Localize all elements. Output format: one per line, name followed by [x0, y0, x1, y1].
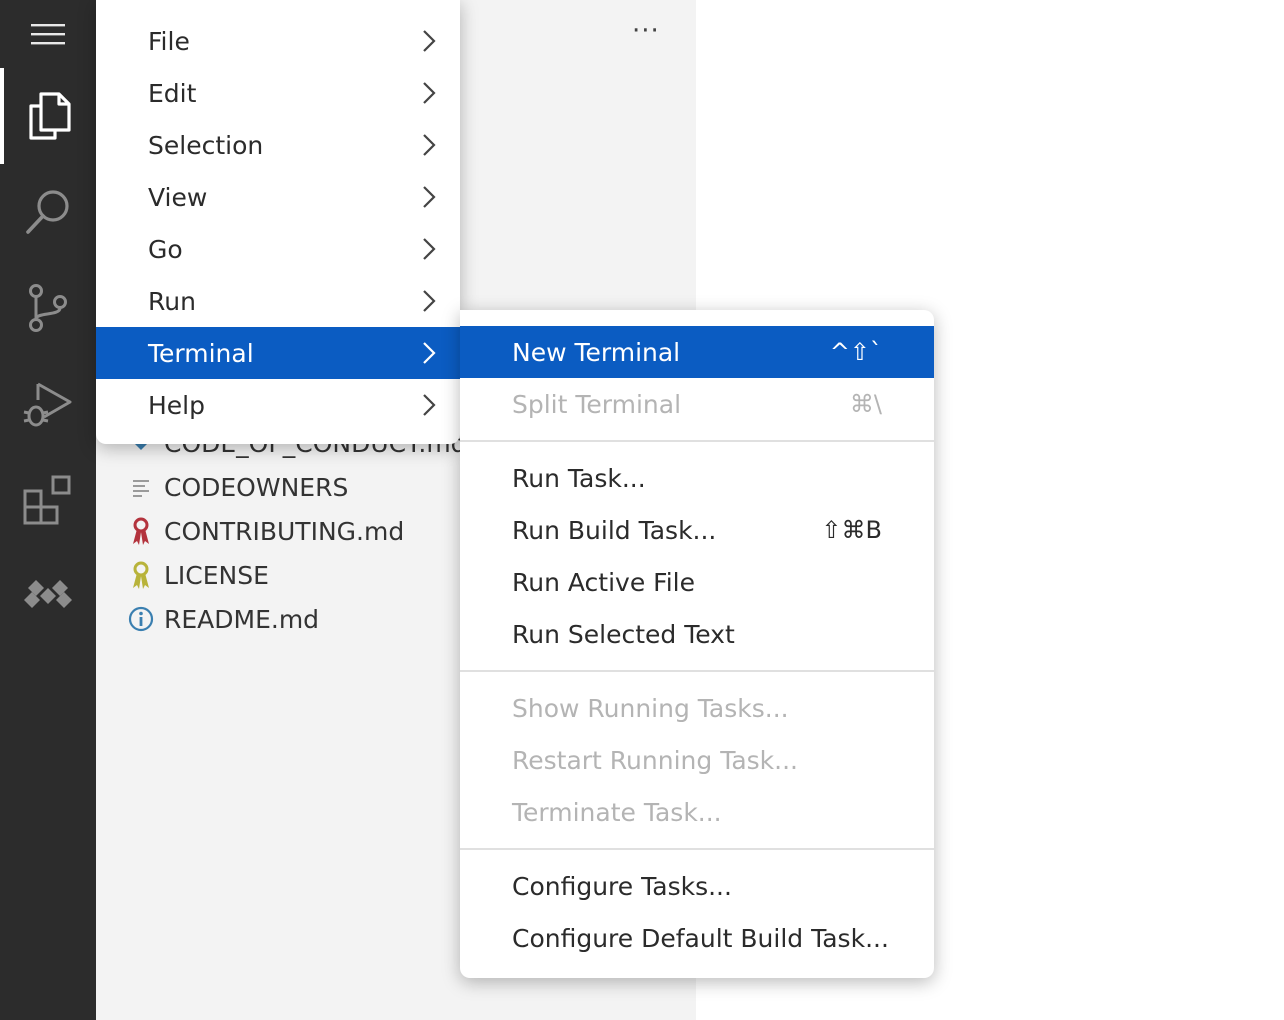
menu-item-run-task[interactable]: Run Task...	[460, 452, 934, 504]
menu-item-restart-running-task: Restart Running Task...	[460, 734, 934, 786]
remote-explorer-button[interactable]	[0, 548, 96, 644]
menu-item-new-terminal[interactable]: New Terminal ^⇧`	[460, 326, 934, 378]
menu-item-run-active-file[interactable]: Run Active File	[460, 556, 934, 608]
terminal-submenu: New Terminal ^⇧` Split Terminal ⌘\ Run T…	[460, 310, 934, 978]
run-debug-icon	[23, 382, 72, 427]
application-menu-button[interactable]	[0, 0, 96, 68]
menu-item-label: Selection	[148, 130, 264, 160]
file-item-codeowners[interactable]: CODEOWNERS	[126, 465, 348, 509]
menu-separator	[460, 848, 934, 850]
menu-item-label: Restart Running Task...	[512, 745, 798, 775]
ribbon-red-icon	[126, 515, 156, 547]
info-icon	[126, 603, 156, 635]
menu-item-label: Run Build Task...	[512, 515, 717, 545]
menu-item-run-selected-text[interactable]: Run Selected Text	[460, 608, 934, 660]
extensions-icon	[23, 475, 71, 525]
chevron-right-icon	[423, 342, 436, 364]
ribbon-yellow-icon	[126, 559, 156, 591]
application-menu: File Edit Selection View Go Run Terminal…	[96, 0, 460, 444]
file-name: CONTRIBUTING.md	[164, 516, 405, 546]
activity-bar	[0, 0, 96, 1020]
menu-item-label: Configure Tasks...	[512, 871, 732, 901]
menu-item-terminal[interactable]: Terminal	[96, 327, 460, 379]
chevron-right-icon	[423, 134, 436, 156]
chevron-right-icon	[423, 30, 436, 52]
run-debug-button[interactable]	[0, 356, 96, 452]
menu-item-configure-tasks[interactable]: Configure Tasks...	[460, 860, 934, 912]
menu-item-selection[interactable]: Selection	[96, 119, 460, 171]
menu-separator	[460, 440, 934, 442]
menu-item-edit[interactable]: Edit	[96, 67, 460, 119]
menu-item-label: Run Task...	[512, 463, 646, 493]
file-item-readme[interactable]: README.md	[126, 597, 319, 641]
menu-item-terminate-task: Terminate Task...	[460, 786, 934, 838]
explorer-button[interactable]	[0, 68, 96, 164]
files-icon	[29, 92, 71, 140]
menu-item-run-build-task[interactable]: Run Build Task... ⇧⌘B	[460, 504, 934, 556]
chevron-right-icon	[423, 394, 436, 416]
menu-item-label: Configure Default Build Task...	[512, 923, 889, 953]
menu-item-label: Run Active File	[512, 567, 695, 597]
search-button[interactable]	[0, 164, 96, 260]
file-item-contributing[interactable]: CONTRIBUTING.md	[126, 509, 404, 553]
keyboard-shortcut: ^⇧`	[829, 338, 882, 366]
menu-item-label: View	[148, 182, 208, 212]
menu-separator	[460, 670, 934, 672]
menu-item-label: Show Running Tasks...	[512, 693, 789, 723]
menu-item-file[interactable]: File	[96, 15, 460, 67]
remote-diamonds-icon	[24, 580, 72, 608]
menu-item-go[interactable]: Go	[96, 223, 460, 275]
menu-item-help[interactable]: Help	[96, 379, 460, 431]
menu-item-label: New Terminal	[512, 337, 681, 367]
menu-item-split-terminal: Split Terminal ⌘\	[460, 378, 934, 430]
menu-item-label: Split Terminal	[512, 389, 682, 419]
menu-item-label: Terminal	[148, 338, 254, 368]
menu-item-label: Edit	[148, 78, 197, 108]
menu-item-view[interactable]: View	[96, 171, 460, 223]
chevron-right-icon	[423, 82, 436, 104]
menu-item-label: Terminate Task...	[512, 797, 722, 827]
extensions-button[interactable]	[0, 452, 96, 548]
menu-item-label: Help	[148, 390, 205, 420]
chevron-right-icon	[423, 290, 436, 312]
file-name: LICENSE	[164, 560, 269, 590]
source-control-button[interactable]	[0, 260, 96, 356]
keyboard-shortcut: ⌘\	[849, 390, 882, 418]
menu-item-run[interactable]: Run	[96, 275, 460, 327]
chevron-right-icon	[423, 238, 436, 260]
file-name: CODEOWNERS	[164, 472, 349, 502]
menu-item-configure-default-build-task[interactable]: Configure Default Build Task...	[460, 912, 934, 964]
menu-item-label: Go	[148, 234, 183, 264]
menu-item-label: Run	[148, 286, 196, 316]
hamburger-menu-icon	[31, 24, 65, 45]
more-actions-button[interactable]: ···	[632, 16, 660, 46]
menu-item-label: Run Selected Text	[512, 619, 735, 649]
keyboard-shortcut: ⇧⌘B	[821, 516, 882, 544]
menu-item-show-running-tasks: Show Running Tasks...	[460, 682, 934, 734]
text-lines-icon	[126, 471, 156, 503]
menu-item-label: File	[148, 26, 190, 56]
file-name: README.md	[164, 604, 320, 634]
source-control-icon	[29, 284, 67, 332]
chevron-right-icon	[423, 186, 436, 208]
search-icon	[26, 190, 69, 234]
file-item-license[interactable]: LICENSE	[126, 553, 269, 597]
